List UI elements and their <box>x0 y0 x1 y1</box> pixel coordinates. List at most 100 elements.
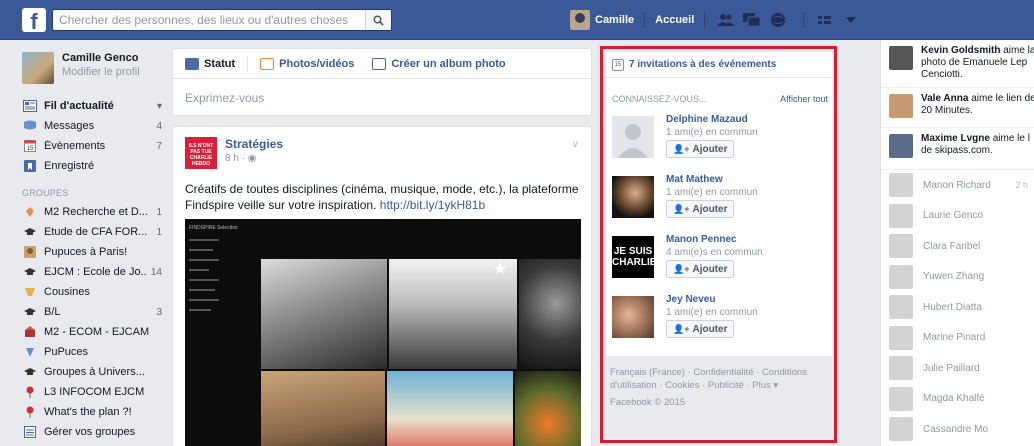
post-link[interactable]: http://bit.ly/1ykH81b <box>380 198 485 212</box>
sidebar-group-item[interactable]: Pupuces à Paris! <box>22 242 162 262</box>
post-timestamp[interactable]: 8 h · ◉ <box>225 153 283 164</box>
status-input[interactable]: Exprimez-vous <box>173 79 591 117</box>
ticker-avatar[interactable] <box>889 46 913 70</box>
sidebar-group-item[interactable]: M2 - ECOM - EJCAM <box>22 322 162 342</box>
nav-divider <box>803 12 805 28</box>
photo-thumb-street <box>261 259 387 369</box>
graduation-cap-icon <box>22 265 38 279</box>
group-icon <box>22 285 38 299</box>
photo-thumb-portrait <box>519 259 581 369</box>
account-menu-icon[interactable] <box>840 9 862 31</box>
ticker-item[interactable]: Kevin Goldsmith aime la photo de Emanuel… <box>881 40 1034 88</box>
sidebar-item-count: 7 <box>156 140 162 152</box>
menu-line <box>189 239 219 241</box>
page-logo[interactable]: ILS N'ONT PAS TUE CHARLIE HEBDO <box>185 137 217 169</box>
photo-thumb-arches: ★ <box>389 259 517 369</box>
chat-contact[interactable]: Manon Richard 2 h <box>881 170 1034 201</box>
nav-divider <box>704 12 706 28</box>
sidebar-group-item[interactable]: Etude de CFA FOR... 1 <box>22 222 162 242</box>
chat-contact[interactable]: Yuwen Zhang <box>881 262 1034 293</box>
sidebar-group-item[interactable]: Cousines <box>22 282 162 302</box>
page-name-link[interactable]: Stratégies <box>225 137 283 151</box>
chat-avatar <box>889 386 913 411</box>
nav-avatar[interactable] <box>570 10 590 30</box>
chat-avatar <box>889 203 913 228</box>
ticker-name[interactable]: Maxime Lvgne <box>921 133 990 144</box>
bookmark-icon <box>22 159 38 173</box>
tab-photos[interactable]: Photos/vidéos <box>260 57 355 70</box>
graduation-cap-icon <box>22 225 38 239</box>
chat-name: Magda Khalfé <box>923 393 985 405</box>
sidebar-item-label: B/L <box>44 306 61 318</box>
ticker-avatar[interactable] <box>889 134 913 158</box>
friend-requests-icon[interactable] <box>715 9 737 31</box>
nav-divider <box>644 12 646 28</box>
news-feed-options-icon[interactable]: ▾ <box>157 101 162 112</box>
sidebar-group-item[interactable]: M2 Recherche et D... 1 <box>22 202 162 222</box>
chat-contact[interactable]: Clara Faribel <box>881 231 1034 262</box>
search-input[interactable] <box>53 10 365 30</box>
messages-jewel-icon[interactable] <box>741 9 763 31</box>
chat-status: 2 h <box>1015 180 1028 191</box>
sidebar-group-item[interactable]: Groupes à Univers... <box>22 362 162 382</box>
profile-summary[interactable]: Camille Genco Modifier le profil <box>22 52 162 88</box>
ticker-text: Kevin Goldsmith aime la photo de Emanuel… <box>921 45 1034 81</box>
sidebar-item-events[interactable]: 15 Évènements 7 <box>22 136 162 156</box>
ticker-item[interactable]: Vale Anna aime le lien de 20 Minutes. <box>881 88 1034 128</box>
ticker-avatar[interactable] <box>889 94 913 118</box>
nav-profile-link[interactable]: Camille <box>595 14 634 26</box>
post-options-chevron-icon[interactable]: ∨ <box>572 139 579 150</box>
sidebar-item-label: M2 Recherche et D... <box>44 206 148 218</box>
pin-icon <box>22 405 38 419</box>
group-icon <box>22 205 38 219</box>
sidebar-group-item[interactable]: L3 INFOCOM EJCM <box>22 382 162 402</box>
tab-status[interactable]: Statut <box>185 57 235 70</box>
news-feed-icon <box>22 99 38 113</box>
edit-profile-link[interactable]: Modifier le profil <box>62 65 140 79</box>
nav-home-link[interactable]: Accueil <box>655 14 694 26</box>
post-header: ILS N'ONT PAS TUE CHARLIE HEBDO Stratégi… <box>185 137 283 169</box>
manage-groups-link[interactable]: Gérer vos groupes <box>22 422 162 442</box>
notifications-globe-icon[interactable] <box>767 9 789 31</box>
sidebar-item-news-feed[interactable]: Fil d'actualité ▾ <box>22 96 162 116</box>
feed-post: ILS N'ONT PAS TUE CHARLIE HEBDO Stratégi… <box>172 126 592 446</box>
profile-avatar[interactable] <box>22 52 54 84</box>
group-icon <box>22 345 38 359</box>
tab-label: Photos/vidéos <box>279 57 355 70</box>
ticker-name[interactable]: Vale Anna <box>921 93 968 104</box>
tab-album[interactable]: Créer un album photo <box>372 57 506 70</box>
profile-name[interactable]: Camille Genco <box>62 52 140 65</box>
sidebar-item-label: Fil d'actualité <box>44 100 114 112</box>
menu-line <box>189 249 213 251</box>
chat-contact[interactable]: Marine Pinard <box>881 323 1034 354</box>
sidebar-group-item[interactable]: What's the plan ?! <box>22 402 162 422</box>
ticker-text: Maxime Lvgne aime le l de skipass.com. <box>921 133 1034 157</box>
chat-contact[interactable]: Julie Paillard <box>881 353 1034 384</box>
sidebar-item-saved[interactable]: Enregistré <box>22 156 162 176</box>
sidebar-item-label: EJCM : Ecole de Jo... <box>44 266 147 278</box>
sidebar-item-label: Messages <box>44 120 95 132</box>
chat-contact[interactable]: Cassandre Mo <box>881 414 1034 445</box>
privacy-shortcuts-icon[interactable] <box>814 9 836 31</box>
highlight-frame <box>600 46 837 443</box>
chat-contact[interactable]: Laurie Genco <box>881 201 1034 232</box>
sidebar-group-item[interactable]: B/L 3 <box>22 302 162 322</box>
chat-name: Manon Richard <box>923 179 991 191</box>
sidebar-group-item[interactable]: PuPuces <box>22 342 162 362</box>
chat-contact[interactable]: Magda Khalfé <box>881 384 1034 415</box>
search-button[interactable] <box>365 10 391 30</box>
sidebar-item-messages[interactable]: Messages 4 <box>22 116 162 136</box>
facebook-logo-icon[interactable]: f <box>22 8 46 32</box>
ticker-item[interactable]: Maxime Lvgne aime le l de skipass.com. <box>881 128 1034 170</box>
chat-avatar <box>889 417 913 442</box>
chat-contact[interactable]: Hubert Diatta <box>881 292 1034 323</box>
ticker-name[interactable]: Kevin Goldsmith <box>921 45 1000 56</box>
chat-avatar <box>889 356 913 381</box>
sidebar-group-item[interactable]: EJCM : Ecole de Jo... 14 <box>22 262 162 282</box>
star-icon: ★ <box>493 261 508 278</box>
svg-text:15: 15 <box>27 146 34 152</box>
manage-groups-icon <box>22 425 38 439</box>
group-photo-icon <box>22 245 38 259</box>
post-image[interactable]: FINDSPIRE Selection ★ <box>185 219 581 446</box>
sidebar-item-label: Enregistré <box>44 160 95 172</box>
